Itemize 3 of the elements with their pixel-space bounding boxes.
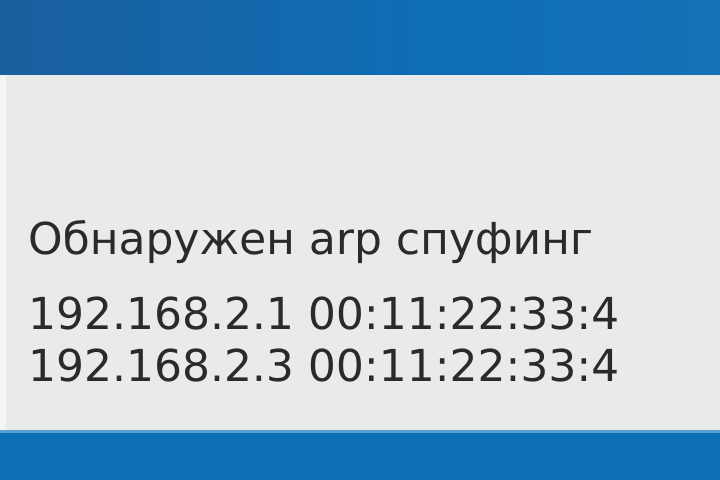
notification-text: 192.168.2.3 00:11:22:33:4 [28, 341, 620, 393]
notification-title: Обнаружен arp спуфинг [28, 215, 594, 265]
notification-text: 192.168.2.1 00:11:22:33:4 [28, 289, 620, 341]
